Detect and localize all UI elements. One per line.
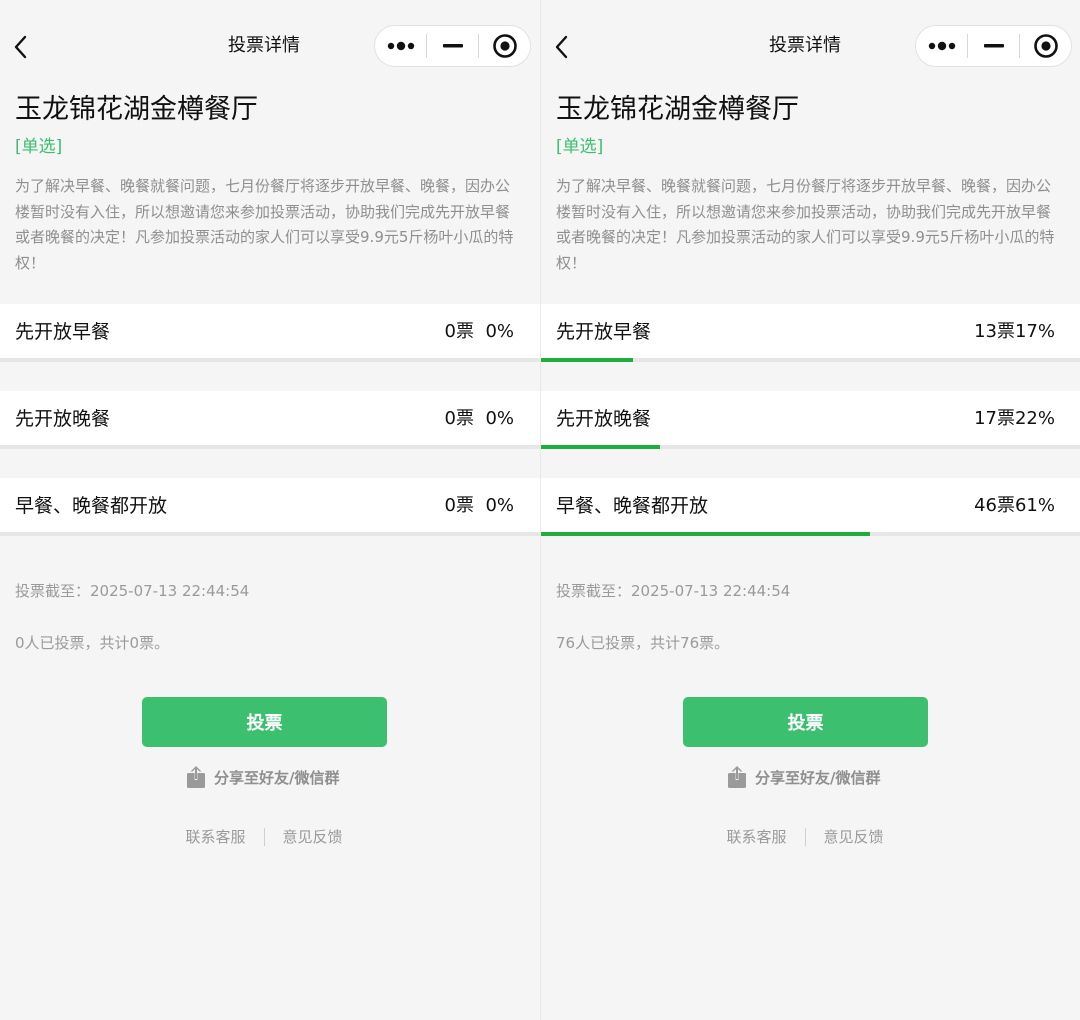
poll-deadline: 投票截至：2025-07-13 22:44:54 xyxy=(556,582,791,600)
close-miniprogram-button[interactable] xyxy=(479,25,530,67)
vote-detail-panel-after: 投票详情 玉龙锦花湖金樽餐厅 [单选] 为了解决早餐、晚餐就餐问题，七月份餐厅将… xyxy=(540,0,1080,1020)
more-dots-icon xyxy=(387,41,414,51)
share-icon xyxy=(728,766,746,788)
option-vote-count: 0票 xyxy=(444,321,474,342)
option-label: 先开放晚餐 xyxy=(15,408,111,430)
share-label: 分享至好友/微信群 xyxy=(755,768,881,787)
share-label: 分享至好友/微信群 xyxy=(214,768,340,787)
feedback-link[interactable]: 意见反馈 xyxy=(824,826,884,847)
poll-title: 玉龙锦花湖金樽餐厅 xyxy=(15,94,258,125)
option-label: 先开放晚餐 xyxy=(556,408,652,430)
option-progress-bar xyxy=(541,358,633,362)
poll-description: 为了解决早餐、晚餐就餐问题，七月份餐厅将逐步开放早餐、晚餐，因办公楼暂时没有入住… xyxy=(15,177,514,272)
option-percent: 0% xyxy=(485,321,514,342)
vote-button[interactable]: 投票 xyxy=(683,697,928,747)
vote-option[interactable]: 先开放早餐 13票 17% xyxy=(541,304,1080,362)
option-progress-bar xyxy=(541,532,870,536)
poll-deadline: 投票截至：2025-07-13 22:44:54 xyxy=(15,582,250,600)
option-vote-count: 0票 xyxy=(444,408,474,429)
poll-type-tag: [单选] xyxy=(15,137,63,157)
footer-links: 联系客服 意见反馈 xyxy=(541,826,1069,847)
option-percent: 22% xyxy=(1014,408,1055,429)
contact-service-link[interactable]: 联系客服 xyxy=(185,826,245,847)
footer-divider xyxy=(263,827,265,846)
contact-service-link[interactable]: 联系客服 xyxy=(726,826,786,847)
option-label: 先开放早餐 xyxy=(15,321,111,343)
option-percent: 0% xyxy=(485,408,514,429)
minimize-button[interactable] xyxy=(968,25,1019,67)
option-percent: 17% xyxy=(1014,321,1055,342)
minus-icon xyxy=(442,44,463,48)
close-miniprogram-button[interactable] xyxy=(1020,25,1071,67)
option-label: 先开放早餐 xyxy=(556,321,652,343)
poll-summary: 0人已投票，共计0票。 xyxy=(15,634,170,652)
vote-option[interactable]: 早餐、晚餐都开放 0票 0% xyxy=(0,478,540,536)
option-percent: 61% xyxy=(1014,495,1055,516)
vote-option[interactable]: 先开放晚餐 17票 22% xyxy=(541,391,1080,449)
target-close-icon xyxy=(492,34,517,58)
footer-links: 联系客服 意见反馈 xyxy=(0,826,528,847)
vote-detail-panel-before: 投票详情 玉龙锦花湖金樽餐厅 [单选] 为了解决早餐、晚餐就餐问题，七月份餐厅将… xyxy=(0,0,540,1020)
mini-program-capsule xyxy=(915,25,1072,67)
vote-option[interactable]: 先开放早餐 0票 0% xyxy=(0,304,540,362)
option-vote-count: 46票 xyxy=(974,495,1015,516)
option-percent: 0% xyxy=(485,495,514,516)
mini-program-capsule xyxy=(374,25,531,67)
target-close-icon xyxy=(1033,34,1058,58)
option-progress-bar xyxy=(541,445,660,449)
navigation-bar: 投票详情 xyxy=(0,0,540,92)
option-vote-count: 13票 xyxy=(974,321,1015,342)
feedback-link[interactable]: 意见反馈 xyxy=(283,826,343,847)
share-icon xyxy=(187,766,205,788)
poll-type-tag: [单选] xyxy=(556,137,604,157)
option-vote-count: 17票 xyxy=(974,408,1015,429)
share-button[interactable]: 分享至好友/微信群 xyxy=(186,764,339,790)
poll-description: 为了解决早餐、晚餐就餐问题，七月份餐厅将逐步开放早餐、晚餐，因办公楼暂时没有入住… xyxy=(556,177,1055,272)
footer-divider xyxy=(804,827,806,846)
option-label: 早餐、晚餐都开放 xyxy=(15,495,168,517)
poll-summary: 76人已投票，共计76票。 xyxy=(556,634,730,652)
more-dots-icon xyxy=(928,41,955,51)
more-menu-button[interactable] xyxy=(916,25,967,67)
share-button[interactable]: 分享至好友/微信群 xyxy=(727,764,880,790)
poll-title: 玉龙锦花湖金樽餐厅 xyxy=(556,94,799,125)
vote-button[interactable]: 投票 xyxy=(142,697,387,747)
more-menu-button[interactable] xyxy=(375,25,426,67)
option-label: 早餐、晚餐都开放 xyxy=(556,495,709,517)
vote-option[interactable]: 先开放晚餐 0票 0% xyxy=(0,391,540,449)
option-vote-count: 0票 xyxy=(444,495,474,516)
minus-icon xyxy=(983,44,1004,48)
minimize-button[interactable] xyxy=(427,25,478,67)
vote-option[interactable]: 早餐、晚餐都开放 46票 61% xyxy=(541,478,1080,536)
navigation-bar: 投票详情 xyxy=(541,0,1080,92)
